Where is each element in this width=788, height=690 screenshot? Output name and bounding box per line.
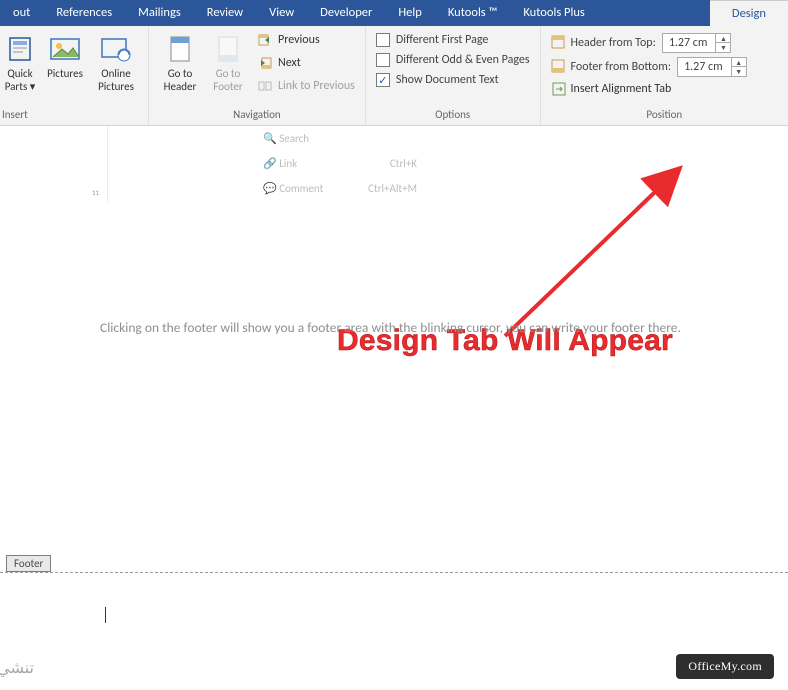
alignment-tab-icon (551, 81, 567, 97)
spinner-up-icon[interactable]: ▲ (732, 58, 746, 67)
next-button[interactable]: Next (253, 53, 359, 73)
group-label-position: Position (547, 108, 782, 125)
checkbox-icon (376, 53, 390, 67)
goto-footer-button: Go toFooter (205, 30, 251, 93)
body-paragraph: Clicking on the footer will show you a f… (100, 318, 752, 338)
checkbox-checked-icon (376, 73, 390, 87)
footer-from-bottom-label: Footer from Bottom: (571, 60, 672, 74)
pictures-icon (49, 33, 81, 65)
tab-view[interactable]: View (256, 0, 307, 26)
tab-kutools-plus[interactable]: Kutools Plus (510, 0, 597, 26)
quick-parts-icon (4, 33, 36, 65)
header-top-icon (551, 35, 567, 51)
insert-alignment-tab-button[interactable]: Insert Alignment Tab (551, 81, 747, 97)
checkbox-icon (376, 33, 390, 47)
spinner-down-icon[interactable]: ▼ (732, 67, 746, 76)
previous-icon (257, 32, 273, 48)
tab-kutools[interactable]: Kutools ™ (435, 0, 511, 26)
vertical-ruler: 11 (88, 126, 108, 202)
goto-header-button[interactable]: Go toHeader (155, 30, 205, 93)
group-label-navigation: Navigation (155, 108, 359, 125)
group-label-options: Options (372, 108, 534, 125)
faded-context-menu: 🔍 Search 🔗 LinkCtrl+K 💬 CommentCtrl+Alt+… (255, 126, 425, 201)
show-document-text-checkbox[interactable]: Show Document Text (376, 73, 530, 87)
header-from-top-label: Header from Top: (571, 36, 656, 50)
different-first-page-checkbox[interactable]: Different First Page (376, 33, 530, 47)
ribbon: QuickParts ▾ Pictures OnlinePictures Ins… (0, 26, 788, 126)
tab-help[interactable]: Help (385, 0, 434, 26)
tab-layout[interactable]: out (0, 0, 43, 26)
online-pictures-button[interactable]: OnlinePictures (90, 30, 142, 93)
goto-header-icon (164, 33, 196, 65)
goto-footer-icon (212, 33, 244, 65)
tab-design[interactable]: Design (710, 0, 788, 27)
footer-region[interactable]: Footer (0, 572, 788, 673)
spinner-up-icon[interactable]: ▲ (716, 34, 730, 43)
online-pictures-icon (100, 33, 132, 65)
footer-bottom-icon (551, 59, 567, 75)
header-from-top-spinner[interactable]: 1.27 cm ▲▼ (662, 33, 732, 53)
group-label-insert: Insert (0, 108, 142, 125)
pictures-button[interactable]: Pictures (40, 30, 90, 80)
tab-mailings[interactable]: Mailings (125, 0, 194, 26)
tab-developer[interactable]: Developer (307, 0, 385, 26)
tab-review[interactable]: Review (194, 0, 256, 26)
text-cursor (105, 607, 106, 623)
previous-button[interactable]: Previous (253, 30, 359, 50)
link-to-previous-button: Link to Previous (253, 76, 359, 96)
document-area[interactable]: 11 🔍 Search 🔗 LinkCtrl+K 💬 CommentCtrl+A… (0, 126, 788, 690)
ribbon-tabstrip: out References Mailings Review View Deve… (0, 0, 788, 26)
different-odd-even-checkbox[interactable]: Different Odd & Even Pages (376, 53, 530, 67)
quick-parts-button[interactable]: QuickParts ▾ (0, 30, 40, 93)
footer-tag: Footer (6, 555, 51, 572)
spinner-down-icon[interactable]: ▼ (716, 43, 730, 52)
watermark-badge: OfficeMy.com (676, 654, 774, 679)
link-icon (257, 78, 273, 94)
next-icon (257, 55, 273, 71)
arabic-snippet: تنشي (0, 658, 34, 678)
tab-references[interactable]: References (43, 0, 125, 26)
footer-from-bottom-spinner[interactable]: 1.27 cm ▲▼ (677, 57, 747, 77)
